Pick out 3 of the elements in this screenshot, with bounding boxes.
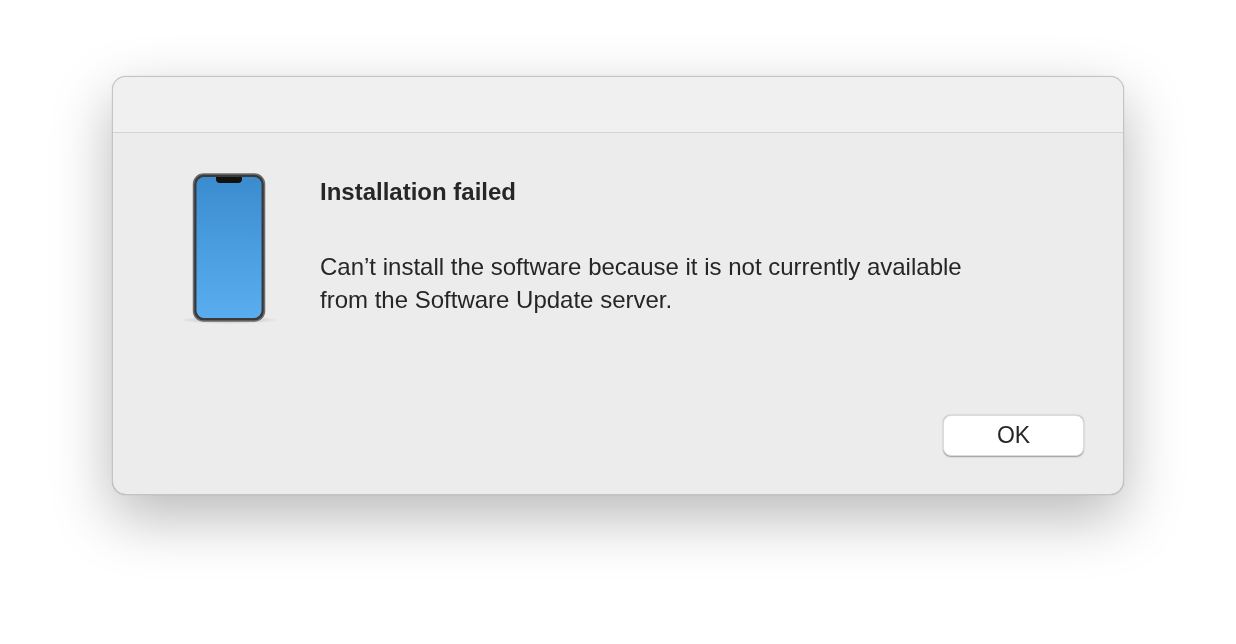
dialog-title: Installation failed: [320, 178, 518, 206]
dialog-message: Can’t install the software because it is not currently available from the Software Update server.: [320, 252, 963, 315]
ok-button[interactable]: OK: [943, 415, 1084, 456]
